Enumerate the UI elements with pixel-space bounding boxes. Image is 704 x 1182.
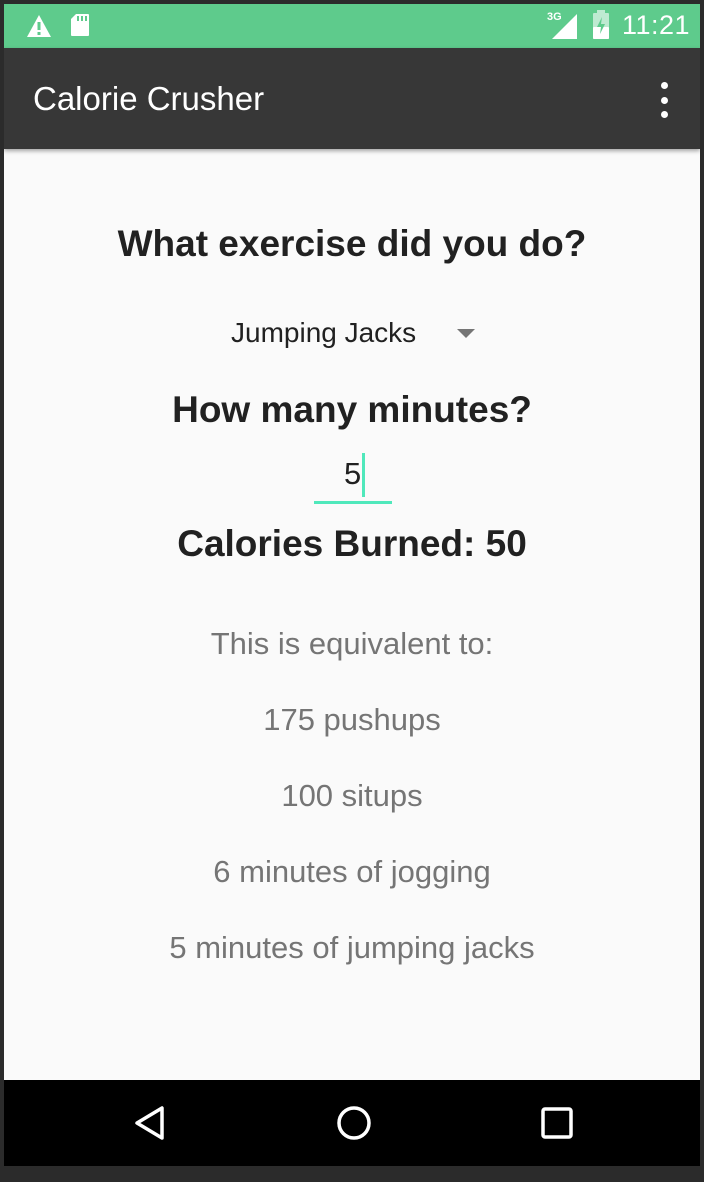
equivalent-item: 6 minutes of jogging	[213, 854, 491, 889]
main-content: What exercise did you do? Jumping Jacks …	[4, 149, 700, 1080]
overflow-dot	[660, 82, 668, 89]
exercise-question: What exercise did you do?	[117, 223, 587, 264]
battery-icon	[593, 10, 609, 39]
app-bar: Calorie Crusher	[4, 48, 700, 149]
overflow-menu-icon[interactable]	[650, 82, 678, 118]
status-bar: 3G 11:21	[4, 4, 700, 48]
phone-screen: 3G 11:21 Calorie Crusher What exercise d…	[4, 4, 700, 1166]
overflow-dot	[660, 111, 668, 118]
home-icon[interactable]	[333, 1102, 375, 1144]
text-caret	[362, 453, 365, 497]
minutes-input[interactable]: 5	[314, 449, 392, 504]
minutes-input-value: 5	[344, 456, 362, 491]
sd-card-icon	[71, 14, 89, 36]
exercise-spinner[interactable]: Jumping Jacks	[224, 313, 484, 353]
recents-icon[interactable]	[536, 1102, 578, 1144]
signal-icon	[552, 14, 577, 39]
navigation-bar	[4, 1080, 700, 1166]
equivalent-item: 100 situps	[281, 778, 423, 813]
back-icon[interactable]	[129, 1102, 171, 1144]
calories-burned-label: Calories Burned: 50	[177, 523, 527, 564]
dropdown-arrow-icon	[457, 329, 475, 338]
equivalents-heading: This is equivalent to:	[210, 626, 494, 661]
app-title: Calorie Crusher	[33, 80, 265, 117]
exercise-spinner-value: Jumping Jacks	[231, 317, 417, 348]
equivalent-item: 5 minutes of jumping jacks	[169, 930, 535, 965]
minutes-question: How many minutes?	[172, 389, 532, 430]
clock: 11:21	[622, 10, 691, 40]
equivalent-item: 175 pushups	[263, 702, 441, 737]
overflow-dot	[660, 96, 668, 104]
warning-icon	[27, 15, 51, 37]
